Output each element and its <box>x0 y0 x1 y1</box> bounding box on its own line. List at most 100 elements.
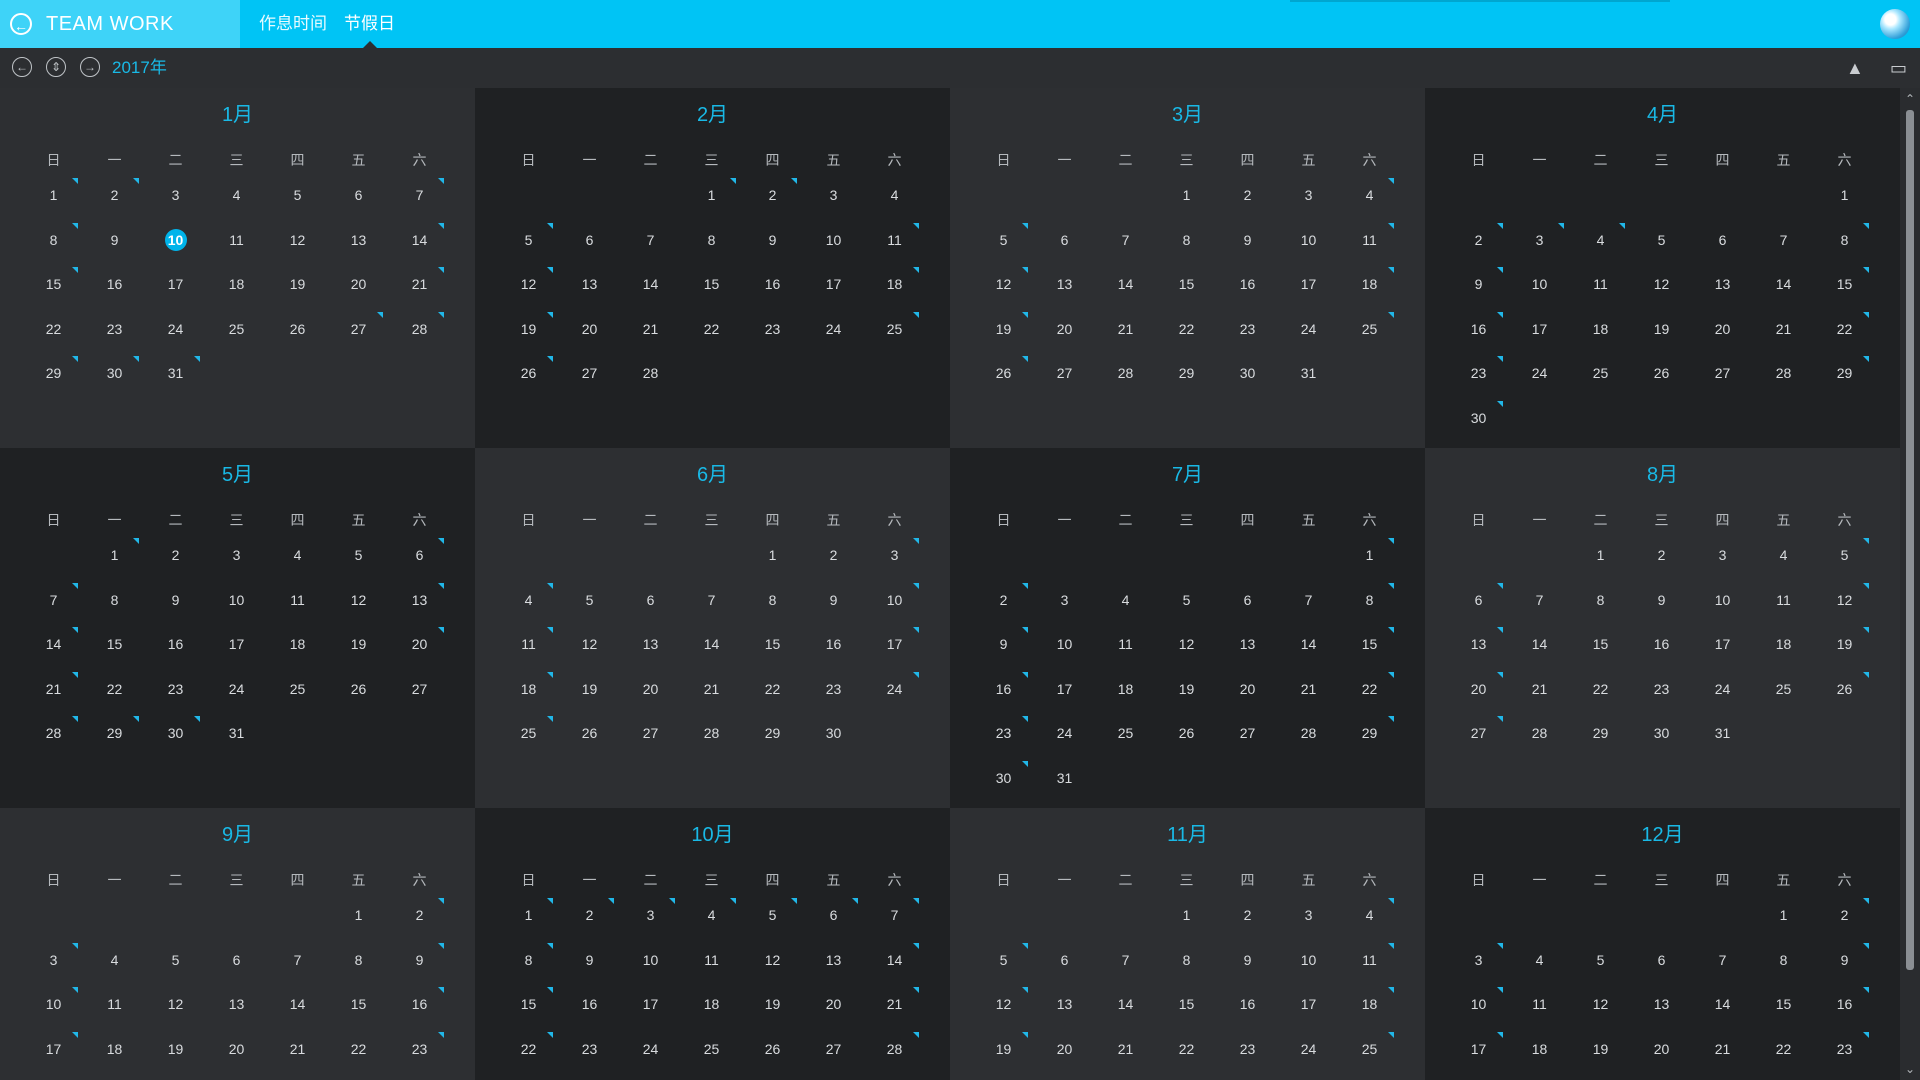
day-cell[interactable]: 11 <box>206 229 267 274</box>
day-cell[interactable]: 2 <box>1217 904 1278 949</box>
day-cell[interactable]: 29 <box>1156 362 1217 407</box>
day-cell[interactable]: 7 <box>267 949 328 994</box>
day-cell[interactable]: 8 <box>1570 589 1631 634</box>
day-cell[interactable]: 8 <box>84 589 145 634</box>
day-cell[interactable]: 16 <box>84 273 145 318</box>
day-cell[interactable]: 28 <box>1509 722 1570 767</box>
vertical-scrollbar[interactable]: ⌃ ⌄ <box>1900 88 1920 1080</box>
day-cell[interactable]: 27 <box>1034 362 1095 407</box>
day-cell[interactable]: 17 <box>23 1031 84 1080</box>
day-cell[interactable]: 14 <box>1095 993 1156 1038</box>
day-cell[interactable]: 26 <box>267 318 328 363</box>
day-cell[interactable]: 31 <box>1692 722 1753 767</box>
monitor-icon[interactable]: ▭ <box>1890 58 1907 79</box>
day-cell[interactable]: 15 <box>681 273 742 318</box>
day-cell[interactable]: 21 <box>1278 678 1339 723</box>
day-cell[interactable]: 18 <box>681 993 742 1038</box>
day-cell[interactable]: 7 <box>620 229 681 274</box>
day-cell[interactable]: 22 <box>681 318 742 363</box>
day-cell[interactable]: 28 <box>1095 362 1156 407</box>
day-cell[interactable]: 5 <box>145 949 206 994</box>
day-cell[interactable]: 3 <box>1278 904 1339 949</box>
day-cell[interactable]: 4 <box>1095 589 1156 634</box>
day-cell[interactable]: 21 <box>681 678 742 723</box>
day-cell[interactable]: 8 <box>681 229 742 274</box>
day-cell[interactable]: 31 <box>1278 362 1339 407</box>
day-cell[interactable]: 6 <box>328 184 389 229</box>
day-cell[interactable]: 24 <box>1278 318 1339 363</box>
day-cell[interactable]: 5 <box>1631 229 1692 274</box>
day-cell[interactable]: 25 <box>681 1038 742 1080</box>
day-cell[interactable]: 13 <box>620 633 681 678</box>
day-cell[interactable]: 24 <box>803 318 864 363</box>
day-cell[interactable]: 23 <box>803 678 864 723</box>
day-cell[interactable]: 12 <box>559 633 620 678</box>
day-cell[interactable]: 24 <box>1034 722 1095 767</box>
day-cell[interactable]: 14 <box>1692 993 1753 1038</box>
day-cell[interactable]: 3 <box>620 898 681 949</box>
day-cell[interactable]: 26 <box>1814 671 1875 723</box>
day-cell[interactable]: 25 <box>864 311 925 363</box>
day-cell[interactable]: 27 <box>328 311 389 363</box>
day-cell[interactable]: 3 <box>1509 222 1570 274</box>
day-cell[interactable]: 2 <box>145 544 206 589</box>
day-cell[interactable]: 7 <box>1278 589 1339 634</box>
day-cell[interactable]: 30 <box>1448 400 1509 449</box>
day-cell[interactable]: 13 <box>1631 993 1692 1038</box>
day-cell[interactable]: 17 <box>1278 273 1339 318</box>
day-cell[interactable]: 25 <box>498 716 559 767</box>
day-cell[interactable]: 19 <box>973 1031 1034 1080</box>
day-cell[interactable]: 1 <box>1156 184 1217 229</box>
day-cell[interactable]: 23 <box>389 1031 450 1080</box>
day-cell[interactable]: 9 <box>1217 229 1278 274</box>
day-cell[interactable]: 21 <box>1095 1038 1156 1080</box>
day-cell[interactable]: 13 <box>1217 633 1278 678</box>
day-cell[interactable]: 9 <box>559 949 620 994</box>
day-cell[interactable]: 13 <box>328 229 389 274</box>
day-cell[interactable]: 25 <box>1095 722 1156 767</box>
day-cell[interactable]: 19 <box>328 633 389 678</box>
day-cell[interactable]: 28 <box>389 311 450 363</box>
day-cell[interactable]: 21 <box>267 1038 328 1080</box>
day-cell[interactable]: 10 <box>145 228 206 274</box>
day-cell[interactable]: 27 <box>389 678 450 723</box>
day-cell[interactable]: 27 <box>620 722 681 767</box>
day-cell[interactable]: 25 <box>206 318 267 363</box>
day-cell[interactable]: 10 <box>803 229 864 274</box>
day-cell[interactable]: 19 <box>1156 678 1217 723</box>
day-cell[interactable]: 17 <box>1278 993 1339 1038</box>
day-cell[interactable]: 19 <box>1570 1038 1631 1080</box>
day-cell[interactable]: 6 <box>559 229 620 274</box>
day-cell[interactable]: 18 <box>1753 633 1814 678</box>
day-cell[interactable]: 28 <box>620 362 681 407</box>
day-cell[interactable]: 23 <box>1631 678 1692 723</box>
day-cell[interactable]: 8 <box>1753 949 1814 994</box>
day-cell[interactable]: 5 <box>1156 589 1217 634</box>
day-cell[interactable]: 29 <box>84 716 145 767</box>
day-cell[interactable]: 14 <box>681 633 742 678</box>
day-cell[interactable]: 22 <box>1156 1038 1217 1080</box>
day-cell[interactable]: 10 <box>1034 633 1095 678</box>
day-cell[interactable]: 15 <box>1156 993 1217 1038</box>
day-cell[interactable]: 8 <box>1156 229 1217 274</box>
day-cell[interactable]: 18 <box>206 273 267 318</box>
year-label[interactable]: 2017年 <box>112 48 167 88</box>
day-cell[interactable]: 5 <box>267 184 328 229</box>
day-cell[interactable]: 4 <box>681 898 742 949</box>
day-cell[interactable]: 28 <box>864 1031 925 1080</box>
tab-schedule[interactable]: 作息时间 <box>259 0 327 48</box>
day-cell[interactable]: 27 <box>559 362 620 407</box>
day-cell[interactable]: 19 <box>742 993 803 1038</box>
day-cell[interactable]: 14 <box>1509 633 1570 678</box>
day-cell[interactable]: 11 <box>1509 993 1570 1038</box>
day-cell[interactable]: 2 <box>84 178 145 229</box>
day-cell[interactable]: 24 <box>864 671 925 723</box>
day-cell[interactable]: 17 <box>1034 678 1095 723</box>
day-cell[interactable]: 15 <box>23 267 84 318</box>
today-icon[interactable]: ⇕ <box>46 57 66 77</box>
day-cell[interactable]: 23 <box>559 1038 620 1080</box>
day-cell[interactable]: 11 <box>681 949 742 994</box>
day-cell[interactable]: 5 <box>1570 949 1631 994</box>
day-cell[interactable]: 24 <box>1692 678 1753 723</box>
day-cell[interactable]: 17 <box>620 993 681 1038</box>
